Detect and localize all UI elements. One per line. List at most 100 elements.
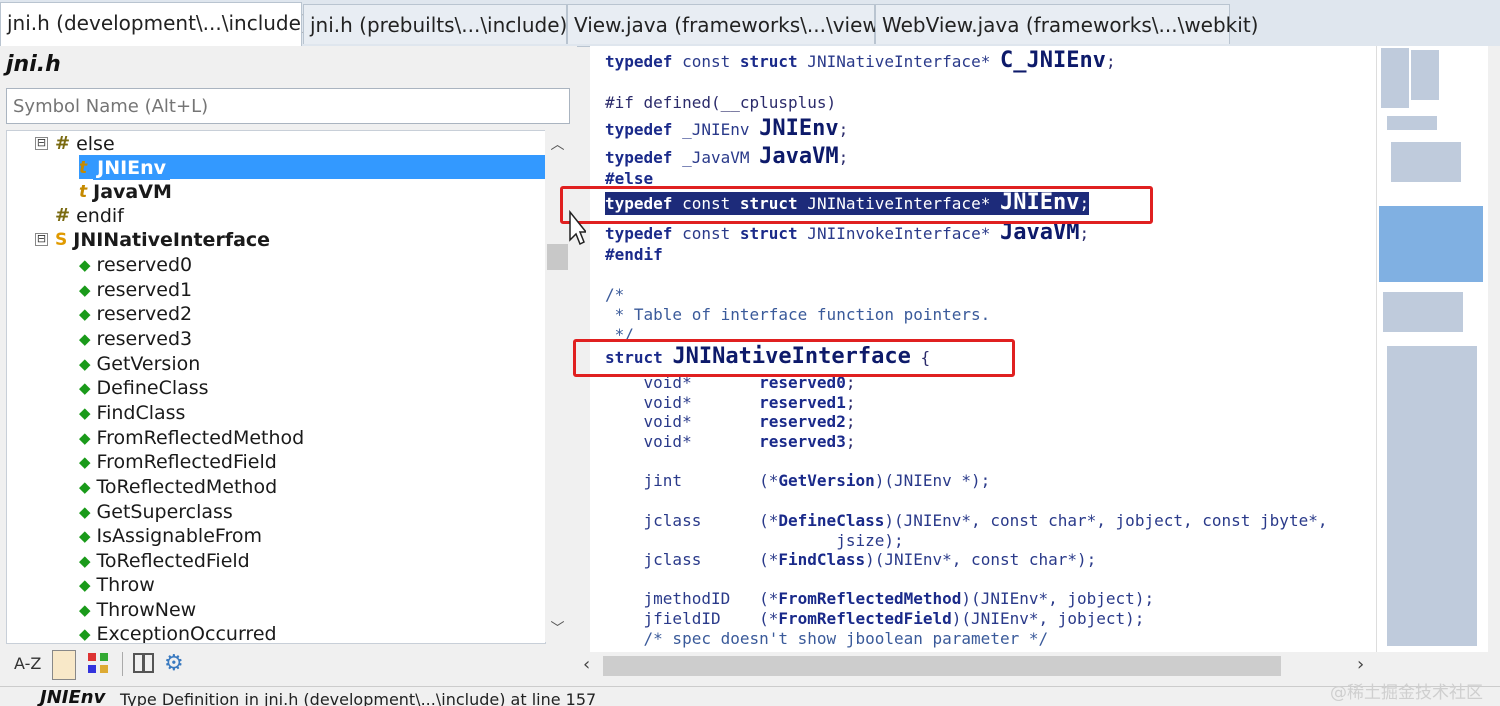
highlight-box-struct <box>573 339 1015 377</box>
member-icon: ◆ <box>79 428 91 447</box>
tree-node-jninativeinterface[interactable]: S JNINativeInterface <box>55 227 270 251</box>
tree-node-member[interactable]: ◆ FindClass <box>79 400 185 424</box>
member-icon: ◆ <box>79 551 91 570</box>
tab-label: WebView.java (frameworks\...\webkit) <box>882 13 1259 37</box>
status-symbol-name: JNIEnv <box>40 687 106 706</box>
code-text: _JavaVM <box>672 148 760 167</box>
tab-view-java[interactable]: View.java (frameworks\...\view) <box>567 4 887 44</box>
code-line: jfieldID (*FromReflectedField)(JNIEnv*, … <box>605 608 1145 630</box>
minimap-viewport[interactable] <box>1379 206 1483 282</box>
tree-node-else[interactable]: # else <box>55 131 115 155</box>
member-icon: ◆ <box>79 354 91 373</box>
collapse-icon[interactable]: ⊟ <box>35 137 48 150</box>
gear-icon[interactable]: ⚙ <box>164 650 190 678</box>
hash-icon: # <box>55 132 71 154</box>
tree-node-member[interactable]: ◆ ExceptionOccurred <box>79 621 277 644</box>
tree-node-label: ToReflectedMethod <box>96 475 278 498</box>
code-line: jclass (*DefineClass)(JNIEnv*, const cha… <box>605 510 1328 532</box>
member-name: reserved1 <box>759 393 846 412</box>
comment-line: /* <box>605 285 625 304</box>
code-text: JNINativeInterface* <box>797 52 1000 71</box>
code-text: jclass (* <box>605 511 779 530</box>
chevron-left-icon[interactable]: ‹ <box>583 654 590 675</box>
tree-node-member[interactable]: ◆ reserved1 <box>79 277 192 301</box>
editor-tab-bar: jni.h (development\...\include)✖ jni.h (… <box>0 0 1500 47</box>
code-line: #endif <box>605 245 663 264</box>
cursor-icon <box>569 210 586 246</box>
code-line: #if defined(__cplusplus) <box>605 93 837 112</box>
chevron-down-icon[interactable]: ﹀ <box>545 618 570 638</box>
code-text: void* <box>605 393 760 412</box>
tree-node-member[interactable]: ◆ ToReflectedMethod <box>79 474 277 498</box>
member-name: GetVersion <box>778 471 875 490</box>
tree-node-member[interactable]: ◆ Throw <box>79 572 155 596</box>
sort-az-button[interactable]: A-Z <box>14 650 41 678</box>
code-line: jint (*GetVersion)(JNIEnv *); <box>605 470 991 492</box>
list-view-icon[interactable] <box>52 650 76 680</box>
member-icon: ◆ <box>79 255 91 274</box>
tree-node-member[interactable]: ◆ IsAssignableFrom <box>79 523 262 547</box>
minimap-block <box>1387 346 1477 646</box>
code-text: )(JNIEnv*, const char*); <box>865 550 1097 569</box>
minimap-block <box>1387 116 1437 130</box>
tree-node-label: reserved0 <box>96 253 193 276</box>
code-line: void* reserved2; <box>605 411 856 433</box>
editor-vertical-scrollbar[interactable] <box>1488 46 1500 652</box>
toolbar-divider <box>122 652 123 676</box>
tab-jni-h-development[interactable]: jni.h (development\...\include)✖ <box>0 2 328 46</box>
symbol-search-input[interactable] <box>6 88 570 124</box>
tree-node-member[interactable]: ◆ ThrowNew <box>79 597 196 621</box>
editor-horizontal-scrollbar[interactable]: ‹ › <box>577 652 1376 680</box>
code-text: const <box>672 224 740 243</box>
member-icon: ◆ <box>79 502 91 521</box>
tree-node-member[interactable]: ◆ ToReflectedField <box>79 548 250 572</box>
keyword: typedef <box>605 148 673 167</box>
tree-node-endif[interactable]: # endif <box>55 203 124 227</box>
tab-label: View.java (frameworks\...\view) <box>574 13 887 37</box>
collapse-icon[interactable]: ⊟ <box>35 233 48 246</box>
comment-line: * Table of interface function pointers. <box>605 305 991 324</box>
chevron-up-icon[interactable]: ︿ <box>545 134 570 154</box>
tree-node-javavm[interactable]: t JavaVM <box>79 179 172 203</box>
tree-node-member[interactable]: ◆ reserved3 <box>79 326 192 350</box>
keyword: struct <box>739 52 798 71</box>
keyword: struct <box>739 224 798 243</box>
code-minimap[interactable] <box>1376 46 1489 652</box>
tree-node-member[interactable]: ◆ reserved2 <box>79 301 192 325</box>
tree-node-member[interactable]: ◆ FromReflectedField <box>79 449 277 473</box>
member-icon: ◆ <box>79 575 91 594</box>
code-text: )(JNIEnv*, jobject); <box>951 609 1145 628</box>
code-text: const <box>672 52 740 71</box>
code-line: jmethodID (*FromReflectedMethod)(JNIEnv*… <box>605 588 1155 610</box>
code-line: typedef _JavaVM JavaVM; <box>605 146 848 169</box>
member-icon: ◆ <box>79 304 91 323</box>
code-text: ; <box>838 148 849 167</box>
code-text: ; <box>845 432 856 451</box>
category-icon[interactable] <box>86 650 112 678</box>
book-icon-graphic <box>133 653 154 673</box>
scroll-thumb[interactable] <box>547 244 568 270</box>
symbol-panel: jni.h ⊟ #else tJNIEnv tJavaVM #endif ⊟ S… <box>0 46 577 685</box>
type-name: JNIEnv <box>759 116 839 141</box>
keyword: typedef <box>605 120 673 139</box>
comment-line: /* spec doesn't show jboolean parameter … <box>605 629 1049 648</box>
tree-node-member[interactable]: ◆ FromReflectedMethod <box>79 425 304 449</box>
tree-node-member[interactable]: ◆ GetSuperclass <box>79 499 233 523</box>
tab-jni-h-prebuilts[interactable]: jni.h (prebuilts\...\include) <box>303 4 567 44</box>
member-icon: ◆ <box>79 600 91 619</box>
typedef-icon: t <box>79 181 88 202</box>
tree-node-member[interactable]: ◆ GetVersion <box>79 351 200 375</box>
tree-node-member[interactable]: ◆ DefineClass <box>79 375 209 399</box>
tab-webview-java[interactable]: WebView.java (frameworks\...\webkit) <box>875 4 1258 44</box>
book-icon[interactable] <box>132 650 156 678</box>
tree-node-jnienv[interactable]: t JNIEnv <box>79 155 545 180</box>
tree-node-label: reserved3 <box>96 327 193 350</box>
member-icon: ◆ <box>79 329 91 348</box>
keyword: typedef <box>605 224 673 243</box>
tree-node-member[interactable]: ◆ reserved0 <box>79 252 192 276</box>
chevron-right-icon[interactable]: › <box>1357 654 1364 675</box>
tree-node-label: GetSuperclass <box>96 500 233 523</box>
tree-node-label: FindClass <box>96 401 186 424</box>
scroll-thumb[interactable] <box>603 656 1281 676</box>
member-name: reserved3 <box>759 432 846 451</box>
